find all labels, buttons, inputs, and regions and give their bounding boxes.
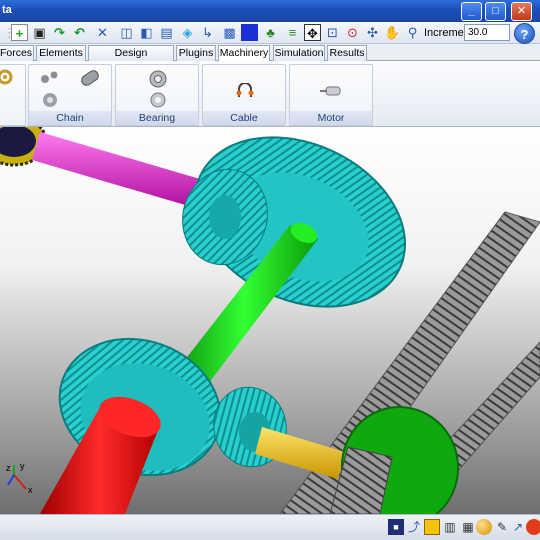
tab-forces[interactable]: Forces: [0, 45, 34, 61]
gear-link-icon[interactable]: [0, 65, 25, 111]
rack-pinion-wheel: [329, 406, 460, 514]
redo-icon[interactable]: ↷: [51, 24, 68, 41]
cable-icon[interactable]: [235, 83, 255, 99]
frame-icon[interactable]: [424, 519, 440, 535]
undo-icon[interactable]: ↶: [71, 24, 88, 41]
ruler-icon[interactable]: ✎: [494, 519, 510, 535]
ribbon-group-chain: Chain: [28, 64, 112, 126]
motor-icon[interactable]: [320, 85, 344, 97]
machinery-ribbon: Chain Bearing Cable Motor: [0, 61, 540, 127]
increment-input[interactable]: [464, 24, 510, 41]
graph-icon[interactable]: ⤴: [406, 519, 422, 535]
cursor-icon[interactable]: ↗: [510, 519, 526, 535]
maximize-button[interactable]: □: [485, 2, 506, 21]
bearing-group-label: Bearing: [116, 111, 198, 125]
checker-icon[interactable]: ▩: [221, 24, 238, 41]
tools-icon[interactable]: ✕: [94, 24, 111, 41]
title-bar: ta _ □ ✕: [0, 0, 540, 22]
status-bar: ■ ⤴ ▥ ▦ ✎ ↗: [0, 514, 540, 540]
table-icon[interactable]: ▦: [460, 519, 476, 535]
axes-icon[interactable]: ↳: [199, 24, 216, 41]
tab-simulation[interactable]: Simulation: [273, 45, 325, 61]
minimize-button[interactable]: _: [461, 2, 482, 21]
y-axis-label: y: [20, 461, 25, 471]
blue-square-icon[interactable]: [241, 24, 258, 41]
sprocket-icon[interactable]: [39, 69, 59, 89]
cube-outline-icon[interactable]: ◧: [138, 24, 155, 41]
yellow-shaft: [255, 427, 345, 479]
ribbon-group-bearing: Bearing: [115, 64, 199, 126]
tab-machinery[interactable]: Machinery: [218, 45, 270, 62]
tree-icon[interactable]: ♣: [262, 24, 279, 41]
ribbon-group-cable: Cable: [202, 64, 286, 126]
view-front-icon[interactable]: ■: [388, 519, 404, 535]
cube-shaded-icon[interactable]: ◈: [179, 24, 196, 41]
layers-icon[interactable]: ≡: [284, 24, 301, 41]
tab-elements[interactable]: Elements: [36, 45, 86, 61]
save-icon[interactable]: ▣: [31, 24, 48, 41]
window-title: ta: [2, 4, 12, 16]
x-axis-label: x: [28, 485, 33, 495]
chain-group-label: Chain: [29, 111, 111, 125]
3d-viewport[interactable]: z y x: [0, 127, 540, 514]
tab-results[interactable]: Results: [327, 45, 367, 61]
close-button[interactable]: ✕: [511, 2, 532, 21]
tab-plugins[interactable]: Plugins: [176, 45, 216, 61]
pulley-icon[interactable]: [41, 91, 59, 109]
bearing-housing-icon[interactable]: [148, 91, 168, 109]
cube-solid-icon[interactable]: ▤: [158, 24, 175, 41]
main-toolbar: ⋮ + ▣ ↷ ↶ ✕ ◫ ◧ ▤ ◈ ↳ ▩ ♣ ≡ ✥ ⊡ ⊙ ✣ ✋ ⚲ …: [0, 22, 540, 44]
chain-link-icon[interactable]: [79, 69, 101, 89]
ribbon-group-motor: Motor: [289, 64, 373, 126]
magnifier-icon[interactable]: ⚲: [404, 24, 421, 41]
motor-group-label: Motor: [290, 111, 372, 125]
lines-icon[interactable]: ▥: [442, 519, 458, 535]
bearing-icon[interactable]: [148, 69, 168, 89]
cable-group-label: Cable: [203, 111, 285, 125]
magenta-shaft: [32, 132, 200, 207]
cube-wire-icon[interactable]: ◫: [118, 24, 135, 41]
record-icon[interactable]: [526, 519, 540, 535]
hand-icon[interactable]: ✋: [384, 24, 401, 41]
sphere-icon[interactable]: [476, 519, 492, 535]
arrows-fit-icon[interactable]: ✥: [304, 24, 321, 41]
green-plus-icon[interactable]: +: [11, 24, 28, 41]
ribbon-group-partial: [0, 64, 26, 126]
help-button[interactable]: ?: [514, 23, 535, 44]
gear-assembly-scene[interactable]: [0, 127, 540, 514]
tab-design-exploration[interactable]: Design Exploration: [88, 45, 174, 73]
z-axis-label: z: [6, 463, 11, 473]
point-icon[interactable]: ⊙: [344, 24, 361, 41]
ribbon-tabs: Forces Elements Design Exploration Plugi…: [0, 44, 540, 73]
pan-icon[interactable]: ✣: [364, 24, 381, 41]
zoom-box-icon[interactable]: ⊡: [324, 24, 341, 41]
